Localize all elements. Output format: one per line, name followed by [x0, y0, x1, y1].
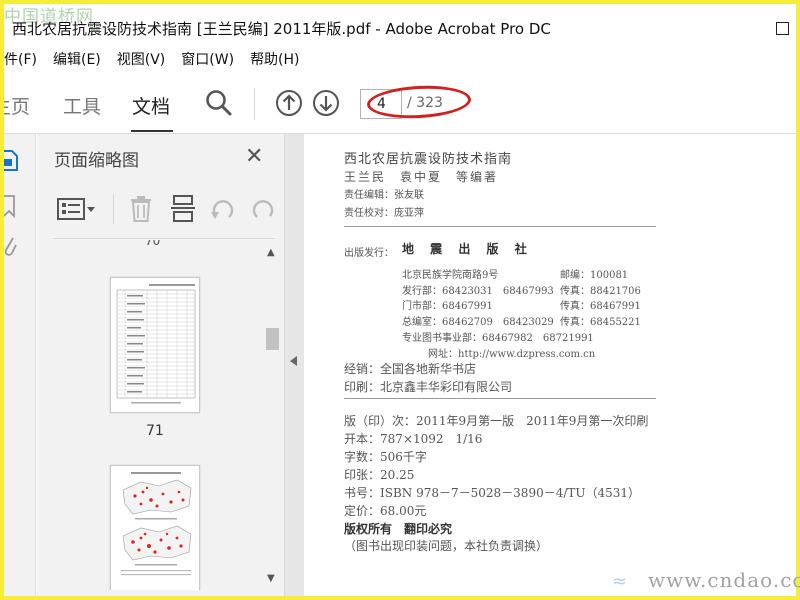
thumbnail-page-71[interactable]: [110, 277, 200, 413]
app-window: 中国道桥网 西北农居抗震设防技术指南 [王兰民编] 2011年版.pdf - A…: [4, 4, 796, 596]
page-thumbnails-icon[interactable]: [4, 148, 20, 174]
editor-line: 责任编辑：张友联: [344, 190, 424, 201]
list-options-icon[interactable]: [57, 196, 97, 222]
close-icon[interactable]: ✕: [245, 146, 263, 168]
bookmark-icon[interactable]: [4, 194, 18, 218]
divider: [344, 226, 656, 227]
menu-bar: 件(F) 编辑(E) 视图(V) 窗口(W) 帮助(H): [4, 48, 308, 72]
edition-line: 版（印）次：2011年9月第一版 2011年9月第一次印刷: [344, 414, 649, 428]
postcode: 邮编：100081: [560, 270, 629, 281]
window-title: 西北农居抗震设防技术指南 [王兰民编] 2011年版.pdf - Adobe A…: [12, 20, 551, 38]
watermark-fish-icon: ≈: [612, 571, 628, 592]
print-sheets: 印张：20.25: [344, 468, 415, 482]
menu-edit[interactable]: 编辑(E): [45, 48, 109, 72]
pane-divider: [53, 238, 275, 239]
editorial-office: 总编室：68462709 68423029: [402, 317, 554, 328]
sales-fax: 传真：88421706: [560, 286, 641, 297]
watermark-bottom: www.cndao.com: [648, 568, 800, 592]
collapse-left-icon[interactable]: [290, 356, 297, 366]
extract-page-icon[interactable]: [171, 195, 195, 223]
scroll-down-arrow[interactable]: ▼: [267, 574, 275, 584]
document-view: 西北农居抗震设防技术指南 王兰民 袁中夏 等编著 责任编辑：张友联 责任校对：庞…: [304, 134, 796, 596]
publisher-address: 北京民族学院南路9号: [402, 270, 499, 281]
trash-icon[interactable]: [129, 195, 153, 223]
publisher-name: 地 震 出 版 社: [402, 242, 533, 256]
proofreader-line: 责任校对：庞亚萍: [344, 208, 424, 219]
pane-collapse-strip[interactable]: [284, 134, 304, 596]
arrow-down-circle-icon[interactable]: [311, 88, 341, 118]
thumbnail-toolbar: [53, 190, 275, 228]
tab-home[interactable]: 主页: [4, 92, 30, 119]
publisher-label: 出版发行：: [344, 248, 394, 259]
active-tab-indicator: [131, 130, 173, 132]
retail-dept: 门市部：68467991: [402, 301, 493, 312]
search-icon[interactable]: [204, 88, 234, 118]
sales-dept: 发行部：68423031 68467993: [402, 286, 554, 297]
left-navigation-strip: [4, 134, 36, 596]
menu-window[interactable]: 窗口(W): [173, 48, 242, 72]
thumbnail-list: 70 71: [53, 240, 263, 590]
pane-title: 页面缩略图: [54, 151, 139, 171]
toolbar-separator: [113, 194, 114, 224]
book-title: 西北农居抗震设防技术指南: [344, 152, 513, 167]
menu-view[interactable]: 视图(V): [109, 48, 174, 72]
arrow-up-circle-icon[interactable]: [274, 88, 304, 118]
book-authors: 王兰民 袁中夏 等编著: [344, 170, 499, 184]
word-count: 字数：506千字: [344, 450, 427, 464]
scrollbar-thumb[interactable]: [266, 328, 279, 350]
thumbnail-label-prev: 70: [145, 240, 161, 248]
printer: 印刷：北京鑫丰华彩印有限公司: [344, 380, 513, 394]
price-line: 定价：68.00元: [344, 504, 427, 518]
attachment-icon[interactable]: [4, 234, 18, 260]
rotate-left-icon[interactable]: [209, 195, 237, 223]
scroll-up-arrow[interactable]: ▲: [267, 248, 275, 258]
tab-document[interactable]: 文档: [132, 92, 170, 119]
isbn-line: 书号：ISBN 978－7－5028－3890－4/TU（4531）: [344, 486, 641, 500]
toolbar-separator: [254, 88, 255, 120]
professional-dept: 专业图书事业部：68467982 68721991: [402, 333, 594, 344]
thumbnail-scrollbar[interactable]: ▲ ▼: [263, 244, 281, 589]
thumbnail-label-71: 71: [146, 423, 164, 439]
copyright-line: 版权所有 翻印必究: [344, 522, 453, 536]
website: 网址：http://www.dzpress.com.cn: [428, 349, 596, 360]
title-bar: 中国道桥网 西北农居抗震设防技术指南 [王兰民编] 2011年版.pdf - A…: [4, 4, 796, 46]
table-page-preview: [116, 284, 196, 404]
maximize-button[interactable]: [776, 22, 789, 35]
thumbnail-pane: 页面缩略图 ✕ 70 71 ▲ ▼: [37, 134, 284, 596]
menu-file[interactable]: 件(F): [4, 48, 45, 72]
editorial-fax: 传真：68455221: [560, 317, 641, 328]
map-page-preview: [121, 472, 192, 576]
divider: [344, 398, 656, 399]
notice-line: （图书出现印装问题，本社负责调换）: [344, 539, 549, 553]
format-line: 开本：787×1092 1/16: [344, 432, 483, 446]
distributor: 经销：全国各地新华书店: [344, 362, 477, 376]
retail-fax: 传真：68467991: [560, 301, 641, 312]
tab-tools[interactable]: 工具: [63, 92, 101, 119]
thumbnail-page-72[interactable]: [110, 465, 200, 590]
menu-help[interactable]: 帮助(H): [242, 48, 307, 72]
rotate-right-icon[interactable]: [249, 195, 277, 223]
